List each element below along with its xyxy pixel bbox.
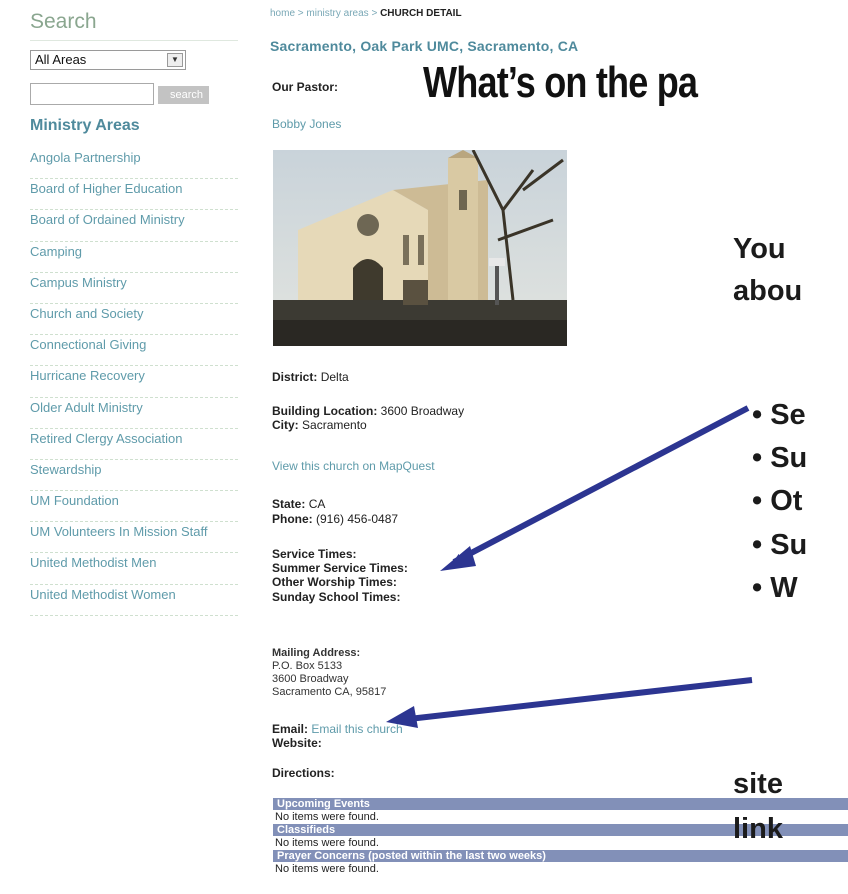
arrow-to-service-times	[452, 405, 750, 565]
arrowhead-email	[386, 706, 418, 728]
arrow-to-email	[398, 677, 753, 725]
arrowhead-service-times	[440, 546, 476, 571]
annotation-arrows	[386, 405, 753, 728]
